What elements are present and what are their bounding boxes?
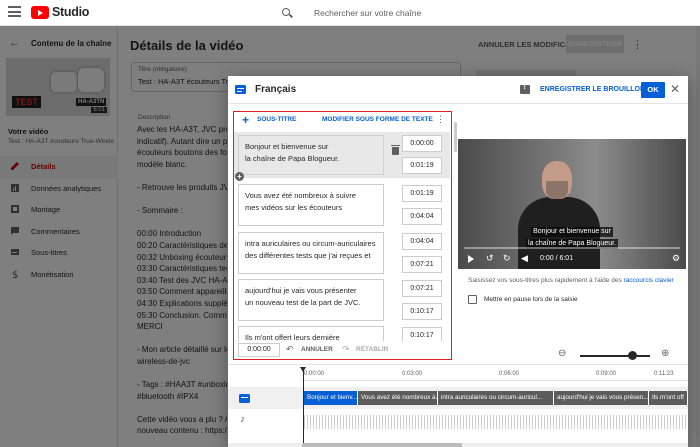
add-icon[interactable]: + bbox=[242, 113, 249, 127]
timeline-segment[interactable]: intra auriculaires ou circum-auricul... bbox=[438, 391, 554, 405]
timeline-scrollbar-thumb[interactable] bbox=[302, 443, 462, 447]
add-subtitle-button[interactable]: SOUS-TITRE bbox=[257, 116, 296, 123]
close-icon[interactable]: ✕ bbox=[670, 82, 680, 96]
menu-icon[interactable] bbox=[8, 6, 21, 17]
caption-line: Bonjour et bienvenue sur bbox=[531, 227, 613, 237]
pause-while-typing-label: Mettre en pause lors de la saisie bbox=[484, 296, 578, 303]
audio-waveform bbox=[304, 415, 688, 429]
rewind-icon[interactable]: ↺ bbox=[486, 253, 494, 264]
cue-text-field[interactable]: Bonjour et bienvenue sur la chaîne de Pap… bbox=[238, 135, 384, 175]
cue-text-field[interactable]: Vous avez été nombreux à suivre mes vidéo… bbox=[238, 184, 384, 226]
undo-button[interactable]: ANNULER bbox=[301, 346, 333, 353]
edit-as-text-button[interactable]: MODIFIER SOUS FORME DE TEXTE bbox=[322, 116, 433, 123]
top-bar: Studio Rechercher sur votre chaîne bbox=[0, 0, 700, 26]
save-draft-button[interactable]: ENREGISTRER LE BROUILLON bbox=[540, 86, 645, 93]
cue-start-time[interactable]: 0:01:19 bbox=[402, 185, 442, 202]
cue-start-time[interactable]: 0:00:00 bbox=[402, 135, 442, 152]
subtitle-cue[interactable]: aujourd'hui je vais vous présenter un nou… bbox=[234, 276, 450, 322]
zoom-out-icon[interactable]: ⊖ bbox=[558, 348, 566, 359]
video-time: 0:00 / 6:01 bbox=[540, 255, 574, 262]
subtitles-icon bbox=[235, 85, 246, 94]
tick-label: 0:00:00 bbox=[304, 371, 325, 377]
trash-icon[interactable] bbox=[391, 145, 400, 155]
search-input[interactable]: Rechercher sur votre chaîne bbox=[314, 8, 421, 18]
cue-end-time[interactable]: 0:10:17 bbox=[402, 303, 442, 320]
editor-toolbar: + SOUS-TITRE MODIFIER SOUS FORME DE TEXT… bbox=[234, 112, 450, 130]
cue-text-field[interactable]: intra auriculaires ou circum-auriculaire… bbox=[238, 232, 384, 274]
app-title: Studio bbox=[52, 5, 90, 19]
redo-button[interactable]: RÉTABLIR bbox=[356, 346, 388, 353]
cue-end-time[interactable]: 0:07:21 bbox=[402, 256, 442, 273]
video-player[interactable]: Bonjour et bienvenue sur la chaîne de Pa… bbox=[458, 139, 686, 269]
cue-end-time[interactable]: 0:01:19 bbox=[402, 157, 442, 174]
subtitles-icon bbox=[239, 394, 250, 403]
timeline-segment[interactable]: aujourd'hui je vais vous présen... bbox=[554, 391, 649, 405]
timeline-segment[interactable]: Vous avez été nombreux à... bbox=[358, 391, 438, 405]
gear-icon[interactable]: ⚙ bbox=[672, 253, 680, 264]
zoom-slider[interactable] bbox=[580, 355, 650, 357]
current-time-field[interactable]: 0:00:00 bbox=[238, 343, 280, 357]
timeline-playhead[interactable] bbox=[300, 367, 306, 447]
timeline[interactable]: 0:00:00 0:03:00 0:06:00 0:09:00 0:11:23 … bbox=[228, 364, 688, 447]
redo-icon[interactable]: ↷ bbox=[342, 344, 350, 355]
cue-text-field[interactable]: aujourd'hui je vais vous présenter un nou… bbox=[238, 279, 384, 321]
feedback-icon[interactable] bbox=[520, 84, 530, 94]
tick-label: 0:03:00 bbox=[402, 371, 423, 377]
dialog-header: Français ENREGISTRER LE BROUILLON OK ✕ bbox=[228, 76, 688, 104]
keyboard-hint: Saisissez vos sous-titres plus rapidemen… bbox=[468, 277, 674, 284]
hint-text: Saisissez vos sous-titres plus rapidemen… bbox=[468, 277, 622, 284]
insert-cue-icon[interactable]: + bbox=[235, 172, 244, 181]
cue-end-time[interactable]: 0:04:04 bbox=[402, 208, 442, 225]
cue-start-time[interactable]: 0:04:04 bbox=[402, 233, 442, 250]
music-note-icon: ♪ bbox=[240, 414, 245, 425]
subtitle-editor-panel: + SOUS-TITRE MODIFIER SOUS FORME DE TEXT… bbox=[233, 111, 452, 360]
volume-icon[interactable]: ◀ bbox=[521, 253, 528, 264]
video-progress-bar[interactable] bbox=[464, 247, 680, 249]
search-icon[interactable] bbox=[282, 8, 290, 16]
more-options-icon[interactable]: ⋮ bbox=[436, 114, 445, 125]
subtitle-editor-dialog: Français ENREGISTRER LE BROUILLON OK ✕ +… bbox=[228, 76, 688, 447]
zoom-in-icon[interactable]: ⊕ bbox=[661, 348, 669, 359]
video-controls: ↺ ↻ ◀ 0:00 / 6:01 ⚙ bbox=[458, 251, 686, 269]
presenter-beard-image bbox=[546, 181, 568, 199]
editor-footer: 0:00:00 ↶ ANNULER ↷ RÉTABLIR bbox=[234, 341, 450, 359]
forward-icon[interactable]: ↻ bbox=[503, 253, 511, 264]
pause-while-typing-checkbox[interactable] bbox=[468, 295, 477, 304]
timeline-segment[interactable]: Ils m'ont off bbox=[649, 391, 688, 405]
undo-icon[interactable]: ↶ bbox=[286, 344, 294, 355]
youtube-logo-icon[interactable] bbox=[31, 6, 49, 19]
tick-label: 0:06:00 bbox=[499, 371, 520, 377]
subtitle-cue[interactable]: Vous avez été nombreux à suivre mes vidéo… bbox=[234, 181, 450, 227]
subtitle-cue[interactable]: Ils m'ont offert leurs dernière 0:10:17 bbox=[234, 323, 450, 350]
subtitle-cue[interactable]: Bonjour et bienvenue sur la chaîne de Pap… bbox=[234, 132, 450, 181]
zoom-slider-handle[interactable] bbox=[628, 351, 637, 360]
tick-label: 0:09:00 bbox=[596, 371, 617, 377]
keyboard-shortcuts-link[interactable]: raccourcis clavier bbox=[624, 277, 674, 284]
search-bar[interactable]: Rechercher sur votre chaîne bbox=[276, 3, 516, 23]
play-icon[interactable] bbox=[468, 255, 474, 263]
cue-start-time[interactable]: 0:07:21 bbox=[402, 280, 442, 297]
timeline-segment[interactable]: Bonjour et bienv... bbox=[304, 391, 358, 405]
timeline-ruler: 0:00:00 0:03:00 0:06:00 0:09:00 0:11:23 bbox=[302, 369, 688, 381]
editor-scrollbar[interactable] bbox=[454, 122, 457, 152]
tick-label: 0:11:23 bbox=[654, 371, 674, 377]
dialog-title: Français bbox=[255, 84, 297, 95]
video-caption: Bonjour et bienvenue sur la chaîne de Pa… bbox=[458, 225, 686, 249]
subtitle-cue[interactable]: intra auriculaires ou circum-auriculaire… bbox=[234, 229, 450, 275]
ok-button[interactable]: OK bbox=[641, 82, 665, 98]
